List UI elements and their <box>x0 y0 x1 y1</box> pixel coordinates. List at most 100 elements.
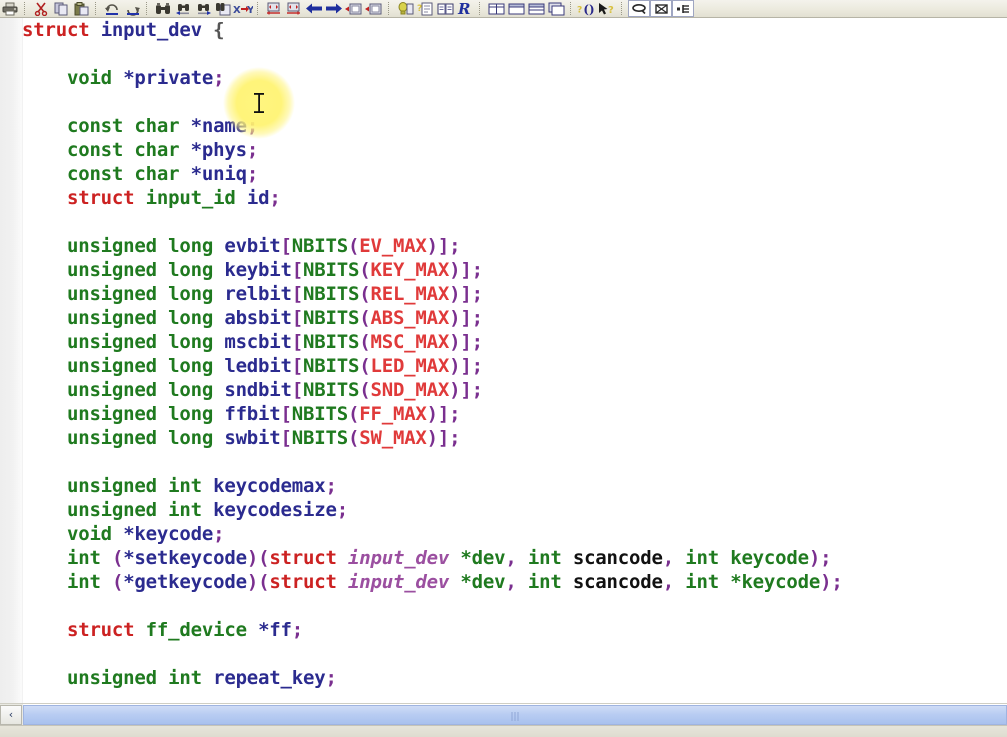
code-token: )]; <box>449 331 483 353</box>
code-line: unsigned long sndbit[NBITS(SND_MAX)]; <box>22 378 1007 402</box>
code-token: *keycode <box>730 571 821 593</box>
relation-window-icon[interactable] <box>628 0 650 17</box>
code-token: *private <box>123 67 214 89</box>
horizontal-scrollbar[interactable]: ‹ <box>0 703 1007 725</box>
code-token: *setkeycode <box>123 547 247 569</box>
single-pane-icon[interactable] <box>506 0 526 17</box>
code-token: input_dev <box>348 547 450 569</box>
code-line: unsigned int repeat_key; <box>22 666 1007 690</box>
find-previous-icon[interactable] <box>173 0 193 17</box>
jump-to-definition-icon[interactable] <box>344 0 364 17</box>
code-editor-pane[interactable]: struct input_dev { void *private; const … <box>0 18 1007 703</box>
editor-gutter <box>0 18 23 703</box>
code-line: unsigned long ledbit[NBITS(LED_MAX)]; <box>22 354 1007 378</box>
smart-rename-icon[interactable] <box>395 0 415 17</box>
replace-xy-icon[interactable]: X Y <box>233 0 253 17</box>
code-token: )]; <box>449 283 483 305</box>
code-token: unsigned long <box>66 283 214 305</box>
code-line: unsigned int keycodesize; <box>22 498 1007 522</box>
binoculars-find-icon[interactable] <box>153 0 173 17</box>
toolbar-separator <box>146 2 149 15</box>
code-line: unsigned long relbit[NBITS(REL_MAX)]; <box>22 282 1007 306</box>
tile-windows-icon[interactable] <box>486 0 506 17</box>
forward-arrow-icon[interactable] <box>324 0 344 17</box>
code-token: EV_MAX <box>359 235 427 257</box>
redo-icon[interactable] <box>122 0 142 17</box>
code-token: void <box>66 67 112 89</box>
code-token: ( <box>347 235 360 257</box>
scroll-left-arrow-icon[interactable]: ‹ <box>0 704 22 725</box>
code-token: NBITS <box>291 403 348 425</box>
svg-text:?: ? <box>608 5 614 16</box>
code-token: SW_MAX <box>359 427 427 449</box>
scrollbar-thumb[interactable] <box>23 705 1007 725</box>
undo-icon[interactable] <box>102 0 122 17</box>
code-token: scancode <box>572 547 663 569</box>
code-line: void *keycode; <box>22 522 1007 546</box>
code-token: int <box>66 571 101 593</box>
code-token: ; <box>291 619 304 641</box>
code-text-area[interactable]: struct input_dev { void *private; const … <box>22 18 1007 703</box>
code-token: )]; <box>426 427 461 449</box>
code-token: ); <box>808 547 832 569</box>
find-next-icon[interactable] <box>193 0 213 17</box>
code-token: ; <box>213 67 225 89</box>
reference-book-icon[interactable] <box>435 0 455 17</box>
code-token: scancode <box>572 571 663 593</box>
bookmark-previous-icon[interactable] <box>264 0 284 17</box>
code-token: NBITS <box>303 283 360 305</box>
svg-text:X: X <box>233 5 241 15</box>
code-token: *name <box>190 115 247 137</box>
code-token: ( <box>359 307 371 329</box>
jump-back-icon[interactable] <box>364 0 384 17</box>
code-token: )]; <box>449 259 483 281</box>
code-token: ; <box>213 523 225 545</box>
whats-this-pointer-icon[interactable]: ? <box>597 0 617 17</box>
bookmark-next-icon[interactable] <box>284 0 304 17</box>
print-icon[interactable] <box>0 0 20 17</box>
cut-scissors-icon[interactable] <box>31 0 51 17</box>
code-token: *dev <box>460 547 506 569</box>
function-browser-icon[interactable]: ? () <box>577 0 597 17</box>
code-token: [ <box>291 379 304 401</box>
code-token: )( <box>246 547 270 569</box>
context-window-icon[interactable] <box>650 0 672 17</box>
code-line: unsigned long ffbit[NBITS(FF_MAX)]; <box>22 402 1007 426</box>
code-token: swbit <box>224 427 281 449</box>
code-line: unsigned long evbit[NBITS(EV_MAX)]; <box>22 234 1007 258</box>
symbol-lookup-icon[interactable]: R <box>455 0 475 17</box>
code-token: unsigned long <box>66 259 214 281</box>
code-line: unsigned long keybit[NBITS(KEY_MAX)]; <box>22 258 1007 282</box>
back-arrow-icon[interactable] <box>304 0 324 17</box>
code-token: ; <box>269 187 281 209</box>
svg-text:?: ? <box>577 5 582 15</box>
code-token: unsigned long <box>66 355 214 377</box>
toolbar-separator <box>479 2 482 15</box>
code-token: )]; <box>426 235 461 257</box>
scrollbar-track[interactable] <box>23 704 1007 725</box>
split-horizontal-icon[interactable] <box>526 0 546 17</box>
code-token: NBITS <box>303 331 360 353</box>
find-in-files-icon[interactable] <box>213 0 233 17</box>
code-token: [ <box>291 331 304 353</box>
code-token: [ <box>280 427 292 449</box>
toolbar-separator <box>95 2 98 15</box>
context-help-icon[interactable]: ? <box>415 0 435 17</box>
paste-icon[interactable] <box>71 0 91 17</box>
cascade-windows-icon[interactable] <box>546 0 566 17</box>
copy-icon[interactable] <box>51 0 71 17</box>
code-line: int (*getkeycode)(struct input_dev *dev,… <box>22 570 1007 594</box>
code-token: SND_MAX <box>370 379 450 401</box>
toolbar-group-panels <box>628 0 694 17</box>
symbol-window-icon[interactable] <box>672 0 694 17</box>
code-token: struct <box>269 547 337 569</box>
